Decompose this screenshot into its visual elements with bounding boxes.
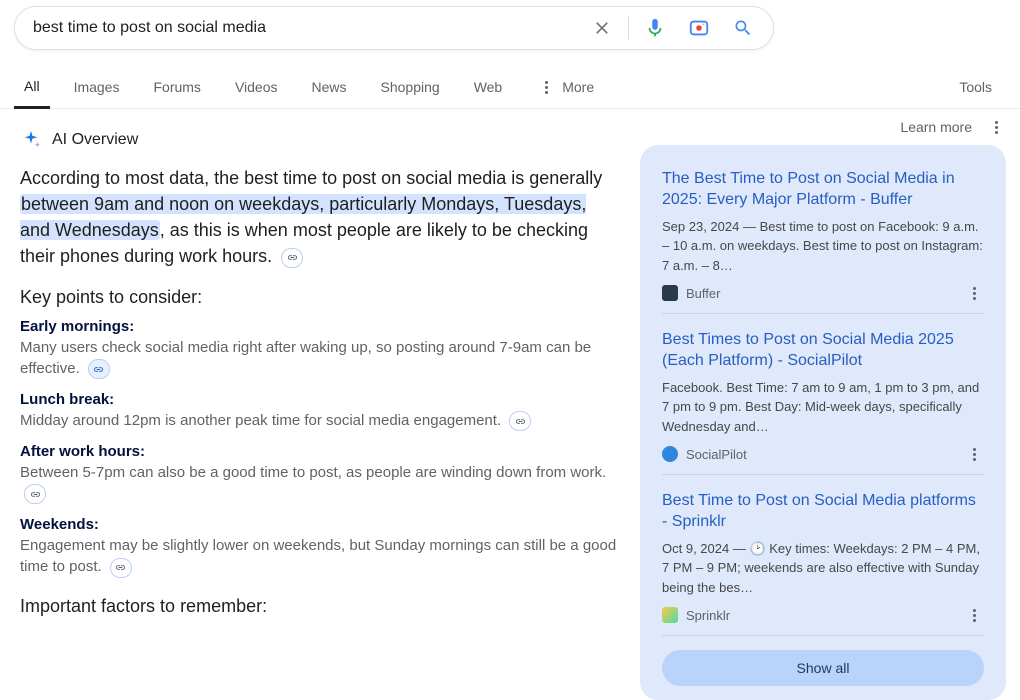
reference-title[interactable]: Best Time to Post on Social Media platfo… [662,491,984,533]
tab-forums[interactable]: Forums [143,67,210,107]
tools-link[interactable]: Tools [959,79,992,95]
clear-icon[interactable] [582,8,622,48]
citation-chip[interactable] [88,359,110,379]
reference-snippet: Sep 23, 2024 — Best time to post on Face… [662,217,984,276]
tab-all[interactable]: All [14,66,50,109]
tabs-row: All Images Forums Videos News Shopping W… [0,66,1020,109]
reference-snippet: Facebook. Best Time: 7 am to 9 am, 1 pm … [662,378,984,437]
ai-overview-label: AI Overview [52,131,138,149]
tab-videos[interactable]: Videos [225,67,288,107]
lens-icon[interactable] [679,8,719,48]
reference-card: Best Time to Post on Social Media platfo… [640,479,1006,631]
reference-title[interactable]: The Best Time to Post on Social Media in… [662,169,984,211]
tab-images[interactable]: Images [64,67,130,107]
references-panel: The Best Time to Post on Social Media in… [640,145,1006,700]
reference-source[interactable]: Sprinklr [662,607,730,623]
key-point: Weekends: Engagement may be slightly low… [20,516,620,577]
tab-more[interactable]: More [526,67,604,107]
sparkle-icon [20,129,42,151]
tab-news[interactable]: News [302,67,357,107]
search-bar[interactable] [14,6,774,50]
section-heading: Key points to consider: [20,287,620,308]
learn-more-link[interactable]: Learn more [900,119,972,135]
show-all-button[interactable]: Show all [662,650,984,686]
favicon-icon [662,285,678,301]
citation-chip[interactable] [281,248,303,268]
reference-card: Best Times to Post on Social Media 2025 … [640,318,1006,470]
section-heading: Important factors to remember: [20,596,620,617]
tab-shopping[interactable]: Shopping [371,67,450,107]
citation-chip[interactable] [24,484,46,504]
divider [628,16,629,40]
more-dots-icon [536,81,556,94]
tab-web[interactable]: Web [464,67,513,107]
key-point: After work hours: Between 5-7pm can also… [20,443,620,504]
voice-icon[interactable] [635,8,675,48]
reference-source[interactable]: SocialPilot [662,446,747,462]
reference-source[interactable]: Buffer [662,285,720,301]
reference-card: The Best Time to Post on Social Media in… [640,157,1006,309]
search-icon[interactable] [723,8,763,48]
search-input[interactable] [33,19,582,37]
overflow-menu-icon[interactable] [964,609,984,622]
favicon-icon [662,446,678,462]
key-point: Lunch break: Midday around 12pm is anoth… [20,391,620,431]
key-point: Early mornings: Many users check social … [20,318,620,379]
overflow-menu-icon[interactable] [964,448,984,461]
citation-chip[interactable] [110,558,132,578]
citation-chip[interactable] [509,411,531,431]
ai-overview-text: According to most data, the best time to… [20,165,620,269]
overflow-menu-icon[interactable] [986,121,1006,134]
overflow-menu-icon[interactable] [964,287,984,300]
favicon-icon [662,607,678,623]
reference-snippet: Oct 9, 2024 — 🕑 Key times: Weekdays: 2 P… [662,539,984,598]
reference-title[interactable]: Best Times to Post on Social Media 2025 … [662,330,984,372]
